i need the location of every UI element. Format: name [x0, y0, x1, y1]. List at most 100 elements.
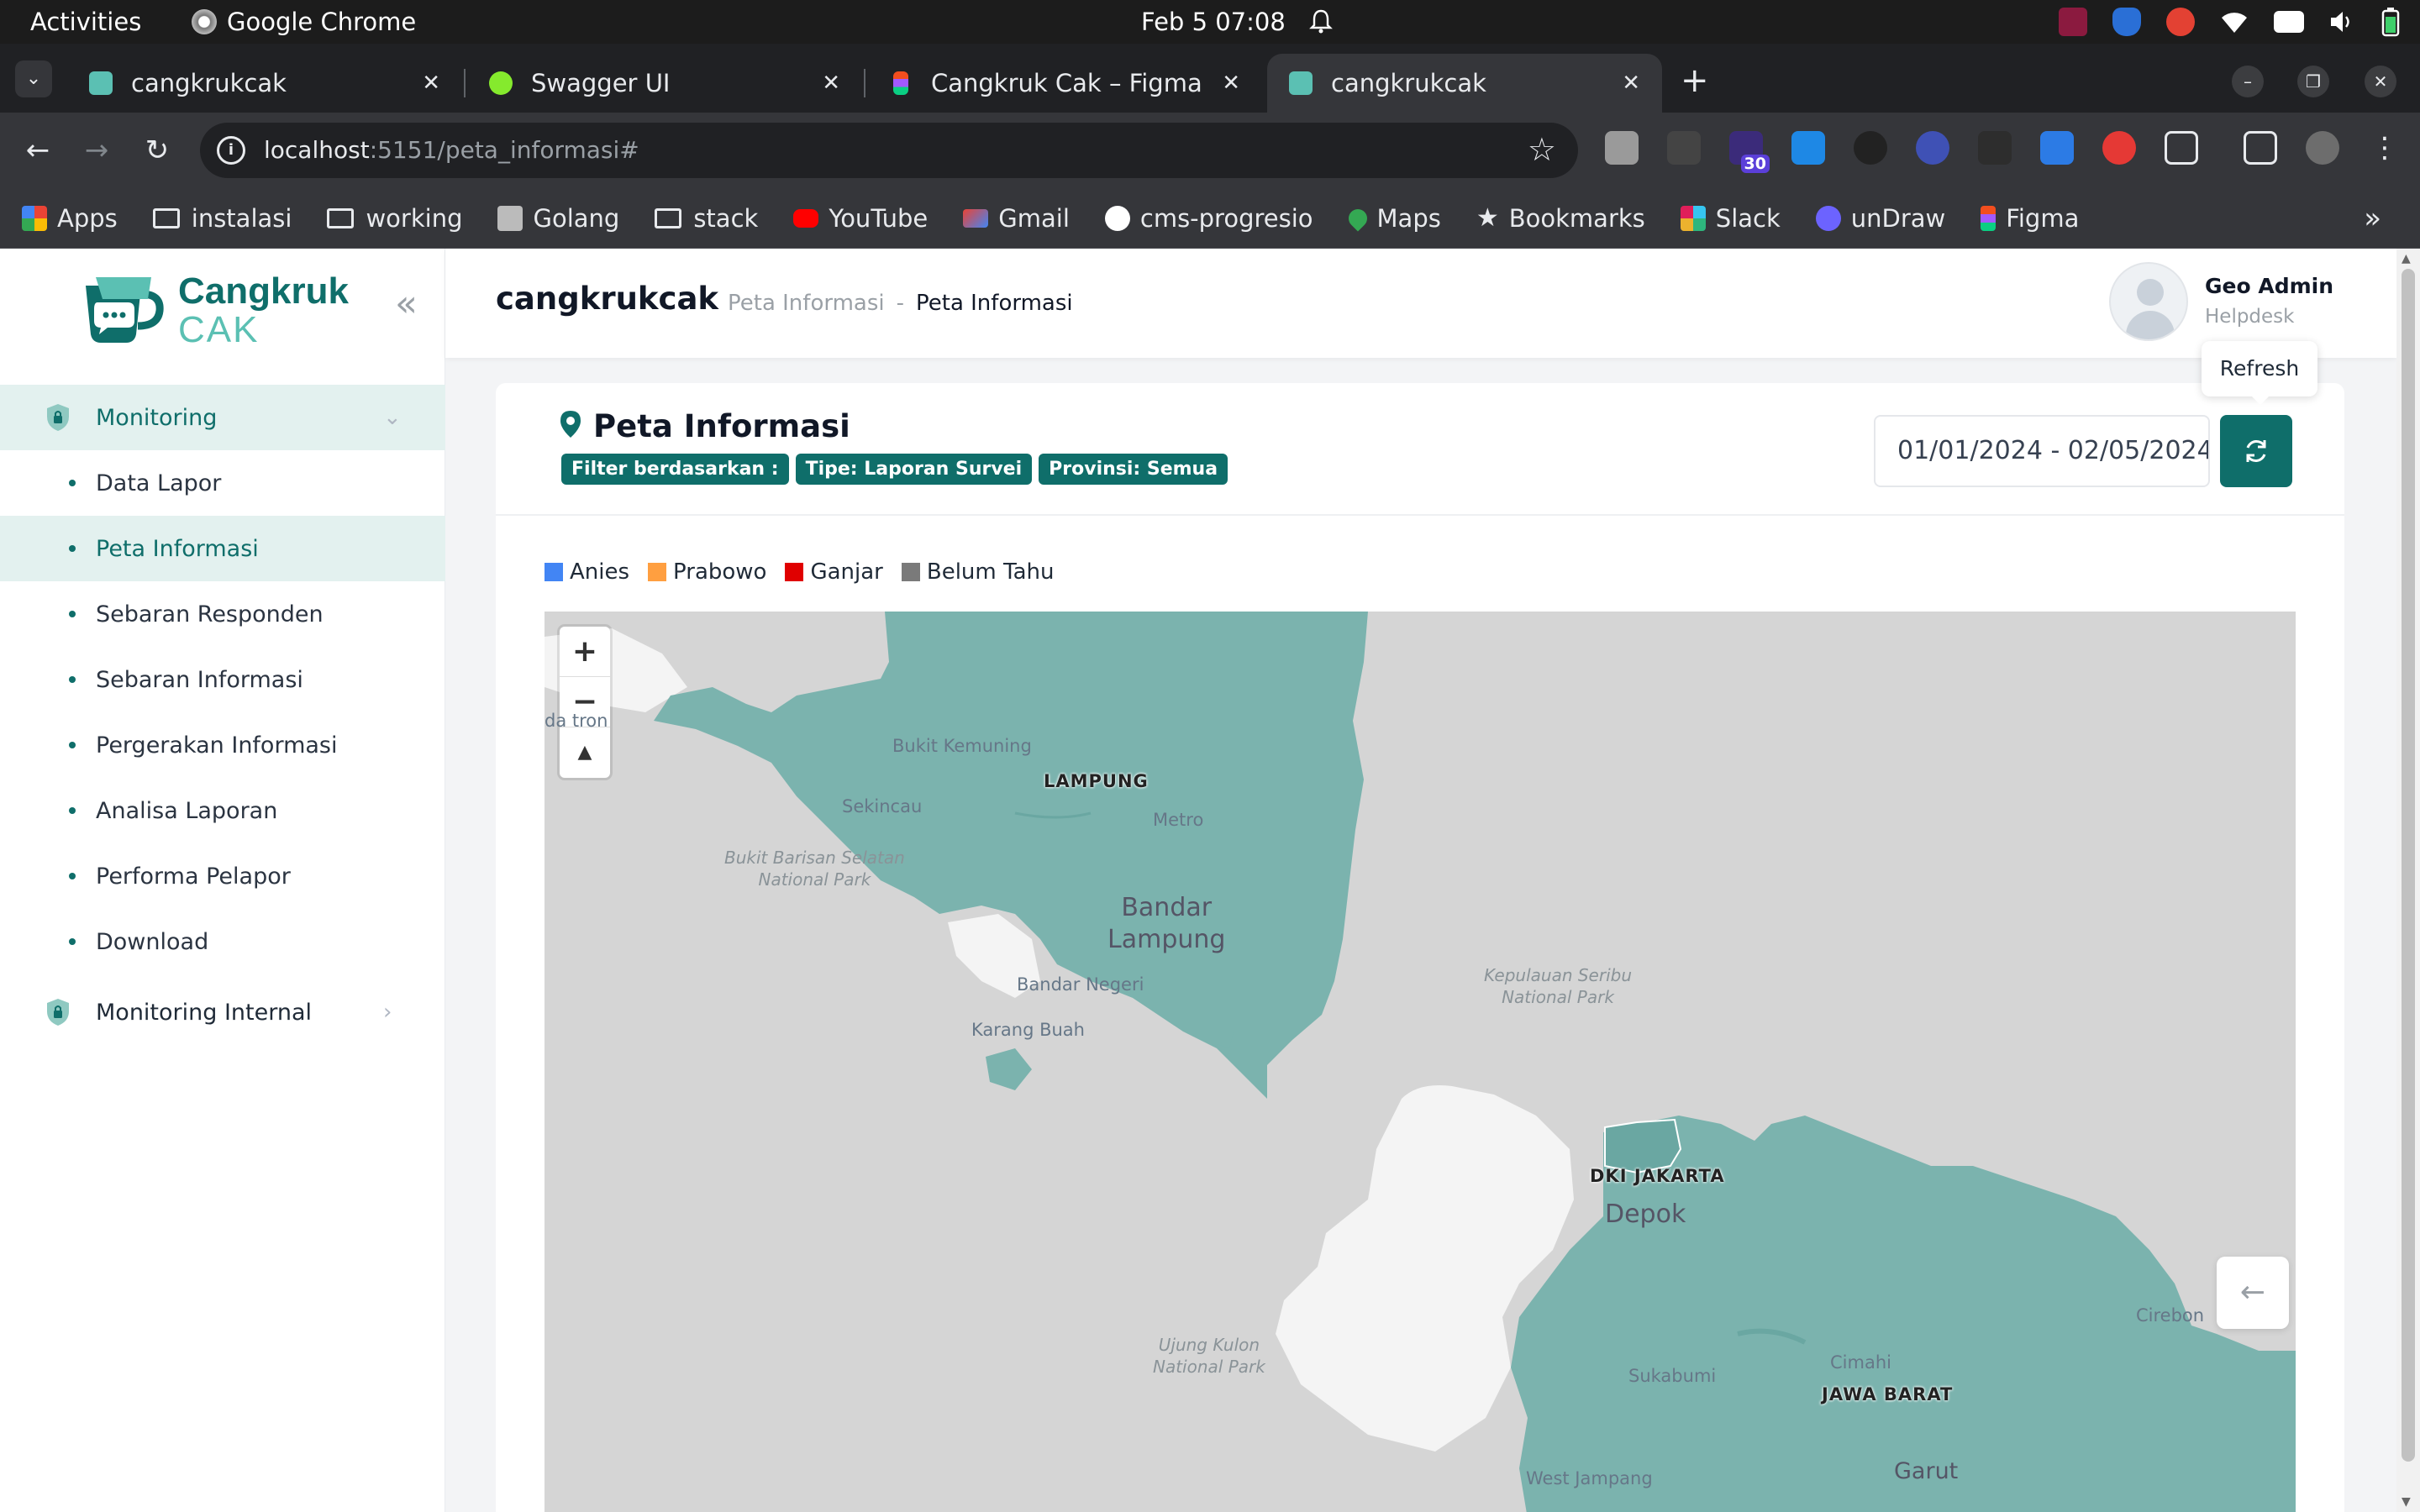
extension-icon[interactable] [1916, 131, 1949, 165]
folder-icon [152, 207, 180, 228]
maximize-button[interactable]: ❐ [2297, 66, 2329, 97]
zoom-in-button[interactable]: + [560, 627, 610, 677]
sidebar-item-performa-pelapor[interactable]: Performa Pelapor [0, 843, 445, 909]
notification-bell-icon[interactable] [1309, 8, 1333, 34]
reset-north-button[interactable]: ▲ [560, 727, 610, 778]
extension-icon[interactable] [1667, 131, 1701, 165]
new-tab-button[interactable]: + [1681, 64, 1709, 97]
side-panel-icon[interactable] [2244, 131, 2277, 165]
sidebar-item-pergerakan-informasi[interactable]: Pergerakan Informasi [0, 712, 445, 778]
legend-item[interactable]: Prabowo [648, 559, 766, 585]
extension-icon[interactable] [1605, 131, 1639, 165]
bullet-icon [69, 611, 76, 617]
bookmark-figma[interactable]: Figma [1981, 204, 2079, 233]
tab-close-icon[interactable]: ✕ [422, 71, 440, 96]
sidebar-item-peta-informasi[interactable]: Peta Informasi [0, 516, 445, 581]
avatar[interactable] [2109, 262, 2188, 341]
scrollbar-thumb[interactable] [2402, 269, 2415, 1462]
bookmark-label: Figma [2006, 203, 2080, 233]
vpn-icon[interactable] [2274, 11, 2304, 33]
shield-icon[interactable] [2112, 8, 2141, 36]
user-name[interactable]: Geo Admin [2205, 274, 2333, 298]
tab-close-icon[interactable]: ✕ [822, 71, 840, 96]
date-range-input[interactable]: 01/01/2024 - 02/05/2024 [1874, 415, 2210, 487]
menu-group-monitoring-internal[interactable]: Monitoring Internal › [0, 979, 445, 1045]
reload-icon[interactable]: ↻ [138, 131, 176, 170]
legend-item[interactable]: Ganjar [785, 559, 883, 585]
extensions-puzzle-icon[interactable] [2165, 131, 2198, 165]
collapse-panel-arrow-icon[interactable]: ← [2217, 1257, 2289, 1329]
tab-search-button[interactable]: ⌄ [15, 60, 52, 97]
back-arrow-icon[interactable]: ← [18, 131, 57, 170]
extension-icon[interactable] [1978, 131, 2012, 165]
minimize-button[interactable]: – [2232, 66, 2264, 97]
bookmark-maps[interactable]: Maps [1344, 204, 1441, 233]
map-label-bandar-lampung: Bandar Lampung [1107, 893, 1226, 954]
breadcrumb-parent[interactable]: Peta Informasi [728, 291, 885, 316]
battery-icon[interactable] [2381, 7, 2400, 37]
bookmark-undraw[interactable]: unDraw [1815, 204, 1945, 233]
page-scrollbar[interactable]: ▲ ▼ [2396, 249, 2420, 1512]
sidebar-item-analisa-laporan[interactable]: Analisa Laporan [0, 778, 445, 843]
app-logo[interactable]: Cangkruk CAK [79, 267, 356, 350]
bookmark-working[interactable]: working [327, 204, 462, 233]
sidebar-item-sebaran-responden[interactable]: Sebaran Responden [0, 581, 445, 647]
activities-button[interactable]: Activities [30, 8, 141, 36]
volume-icon[interactable] [2329, 9, 2356, 34]
filter-type-chip[interactable]: Tipe: Laporan Survei [795, 454, 1033, 485]
bookmark-star-icon[interactable]: ☆ [1528, 131, 1556, 168]
extension-icon[interactable]: 30 [1729, 131, 1770, 173]
bookmark-bookmarks[interactable]: ★ Bookmarks [1476, 203, 1645, 233]
sidebar-item-data-lapor[interactable]: Data Lapor [0, 450, 445, 516]
browser-tab-active[interactable]: cangkrukcak ✕ [1267, 54, 1662, 113]
legend-item[interactable]: Anies [544, 559, 629, 585]
legend-item[interactable]: Belum Tahu [901, 559, 1054, 585]
collapse-sidebar-icon[interactable]: « [395, 282, 418, 325]
scroll-up-icon[interactable]: ▲ [2402, 252, 2411, 265]
browser-tab[interactable]: Swagger UI ✕ [467, 54, 862, 113]
tab-close-icon[interactable]: ✕ [1622, 71, 1640, 96]
tab-close-icon[interactable]: ✕ [1222, 71, 1240, 96]
active-app-indicator[interactable]: Google Chrome [192, 8, 416, 36]
refresh-button[interactable] [2220, 415, 2292, 487]
browser-tab[interactable]: Cangkruk Cak – Figma ✕ [867, 54, 1262, 113]
bullet-icon [69, 807, 76, 814]
bookmark-stack[interactable]: stack [655, 204, 758, 233]
bookmark-cms-progresio[interactable]: cms-progresio [1104, 204, 1313, 233]
scroll-down-icon[interactable]: ▼ [2402, 1495, 2411, 1509]
browser-tab[interactable]: cangkrukcak ✕ [67, 54, 462, 113]
more-bookmarks-icon[interactable]: » [2364, 202, 2381, 235]
extensions-row: 30 ⋮ [1605, 131, 2402, 173]
address-bar[interactable]: i localhost:5151/peta_informasi# ☆ [200, 123, 1578, 178]
wifi-icon[interactable] [2220, 9, 2249, 34]
map-canvas[interactable]: + − ▲ da tron Bukit Kemuning LAMPUNG Sek… [544, 612, 2296, 1512]
extension-icon[interactable] [1791, 131, 1825, 165]
menu-group-monitoring[interactable]: Monitoring ⌄ [0, 385, 445, 450]
filter-province-chip[interactable]: Provinsi: Semua [1039, 454, 1228, 485]
tray-browser-icon[interactable] [2166, 8, 2195, 36]
bookmark-slack[interactable]: Slack [1680, 204, 1781, 233]
extension-icon[interactable] [2040, 131, 2074, 165]
extension-icon[interactable] [2102, 131, 2136, 165]
bookmark-youtube[interactable]: YouTube [793, 204, 928, 233]
sidebar-item-label: Performa Pelapor [96, 863, 291, 890]
browser-menu-icon[interactable]: ⋮ [2368, 131, 2402, 165]
system-clock[interactable]: Feb 5 07:08 [1141, 8, 1286, 36]
chevron-right-icon: › [383, 1000, 392, 1025]
close-window-button[interactable]: ✕ [2365, 66, 2396, 97]
tray-app-icon[interactable] [2059, 8, 2087, 36]
bookmark-apps[interactable]: Apps [22, 204, 118, 233]
swagger-icon [489, 71, 513, 95]
site-info-icon[interactable]: i [217, 136, 245, 165]
sidebar-item-download[interactable]: Download [0, 909, 445, 974]
forward-arrow-icon[interactable]: → [77, 131, 116, 170]
bookmark-gmail[interactable]: Gmail [963, 204, 1070, 233]
profile-avatar[interactable] [2306, 131, 2339, 165]
sidebar-item-sebaran-informasi[interactable]: Sebaran Informasi [0, 647, 445, 712]
extension-icon[interactable] [1854, 131, 1887, 165]
bookmark-golang[interactable]: Golang [497, 204, 619, 233]
browser-toolbar: ← → ↻ i localhost:5151/peta_informasi# ☆… [0, 113, 2420, 188]
legend-label: Anies [570, 559, 630, 585]
logo-cup-icon [86, 277, 164, 343]
bookmark-instalasi[interactable]: instalasi [152, 204, 292, 233]
